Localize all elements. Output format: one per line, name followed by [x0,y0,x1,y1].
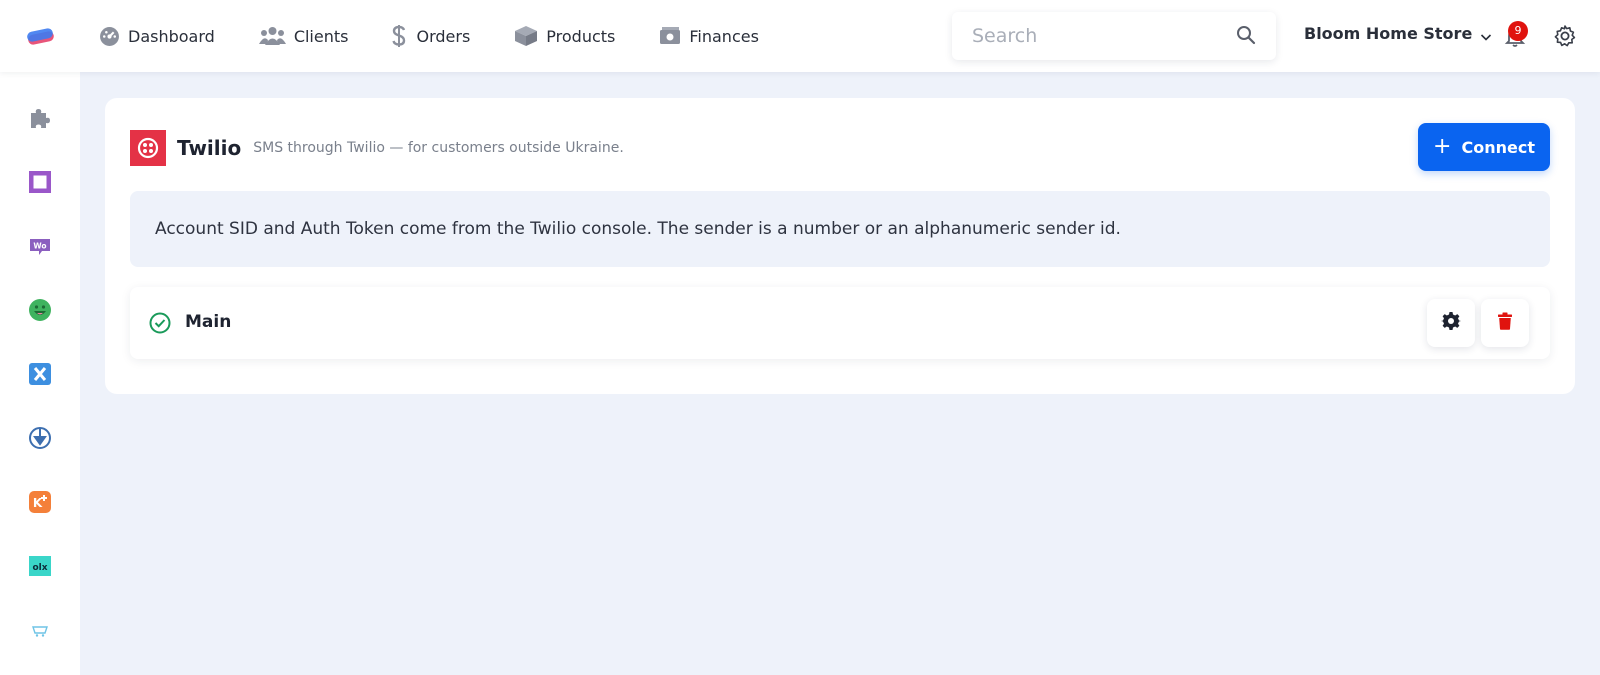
nav-item-orders[interactable]: Orders [392,25,470,47]
nav-label: Clients [293,26,349,46]
k-plus-app-icon[interactable]: K [28,490,52,514]
woocommerce-icon[interactable]: Wo [28,234,52,258]
account-delete-button[interactable] [1481,299,1529,347]
chevron-down-icon [1480,28,1492,41]
svg-text:Wo: Wo [33,242,46,251]
account-row: Main [130,287,1550,359]
integration-header: Twilio SMS through Twilio — for customer… [130,130,624,166]
info-note-text: Account SID and Auth Token come from the… [155,219,1121,239]
nav-label: Orders [416,26,471,46]
integration-name: Twilio [177,136,242,160]
nav-item-clients[interactable]: Clients [258,25,349,47]
cart-icon[interactable] [28,618,52,642]
connect-button[interactable]: + Connect [1418,123,1550,171]
top-bar: Dashboard Clients Orders Products Financ… [0,0,1600,72]
olx-icon[interactable]: olx [28,554,52,578]
search-box [952,12,1276,60]
nav-label: Products [546,26,616,46]
nav-item-products[interactable]: Products [514,25,615,47]
smiley-app-icon[interactable] [28,298,52,322]
search-icon[interactable] [1236,25,1256,45]
square-app-icon[interactable] [28,170,52,194]
nav-label: Finances [689,26,759,46]
connect-label: Connect [1461,137,1535,157]
nav-label: Dashboard [128,26,215,46]
gear-icon [1441,311,1461,335]
trash-icon [1497,312,1513,334]
notification-badge: 9 [1508,21,1528,41]
svg-text:olx: olx [32,563,47,573]
gear-icon[interactable] [1553,24,1577,48]
store-name: Bloom Home Store [1304,24,1473,43]
search-input[interactable] [972,25,1222,47]
main-nav: Dashboard Clients Orders Products Financ… [98,0,803,72]
nav-item-dashboard[interactable]: Dashboard [98,25,215,47]
sidebar: Wo K olx [0,72,80,675]
app-logo[interactable] [26,24,58,48]
dashboard-icon [98,25,120,47]
x-app-icon[interactable] [28,362,52,386]
twilio-logo-icon [130,130,166,166]
money-icon [659,25,681,47]
account-name: Main [185,312,232,332]
plus-icon: + [1433,134,1452,159]
box-icon [514,25,538,47]
puzzle-icon[interactable] [28,106,52,130]
account-settings-button[interactable] [1427,299,1475,347]
integration-description: SMS through Twilio — for customers outsi… [253,140,624,156]
arrow-app-icon[interactable] [28,426,52,450]
integration-card: Twilio SMS through Twilio — for customer… [105,98,1575,394]
store-selector[interactable]: Bloom Home Store [1304,24,1492,43]
users-icon [258,25,286,47]
nav-item-finances[interactable]: Finances [659,25,759,47]
info-note: Account SID and Auth Token come from the… [130,191,1550,267]
dollar-icon [392,25,406,47]
check-circle-icon [149,312,171,334]
